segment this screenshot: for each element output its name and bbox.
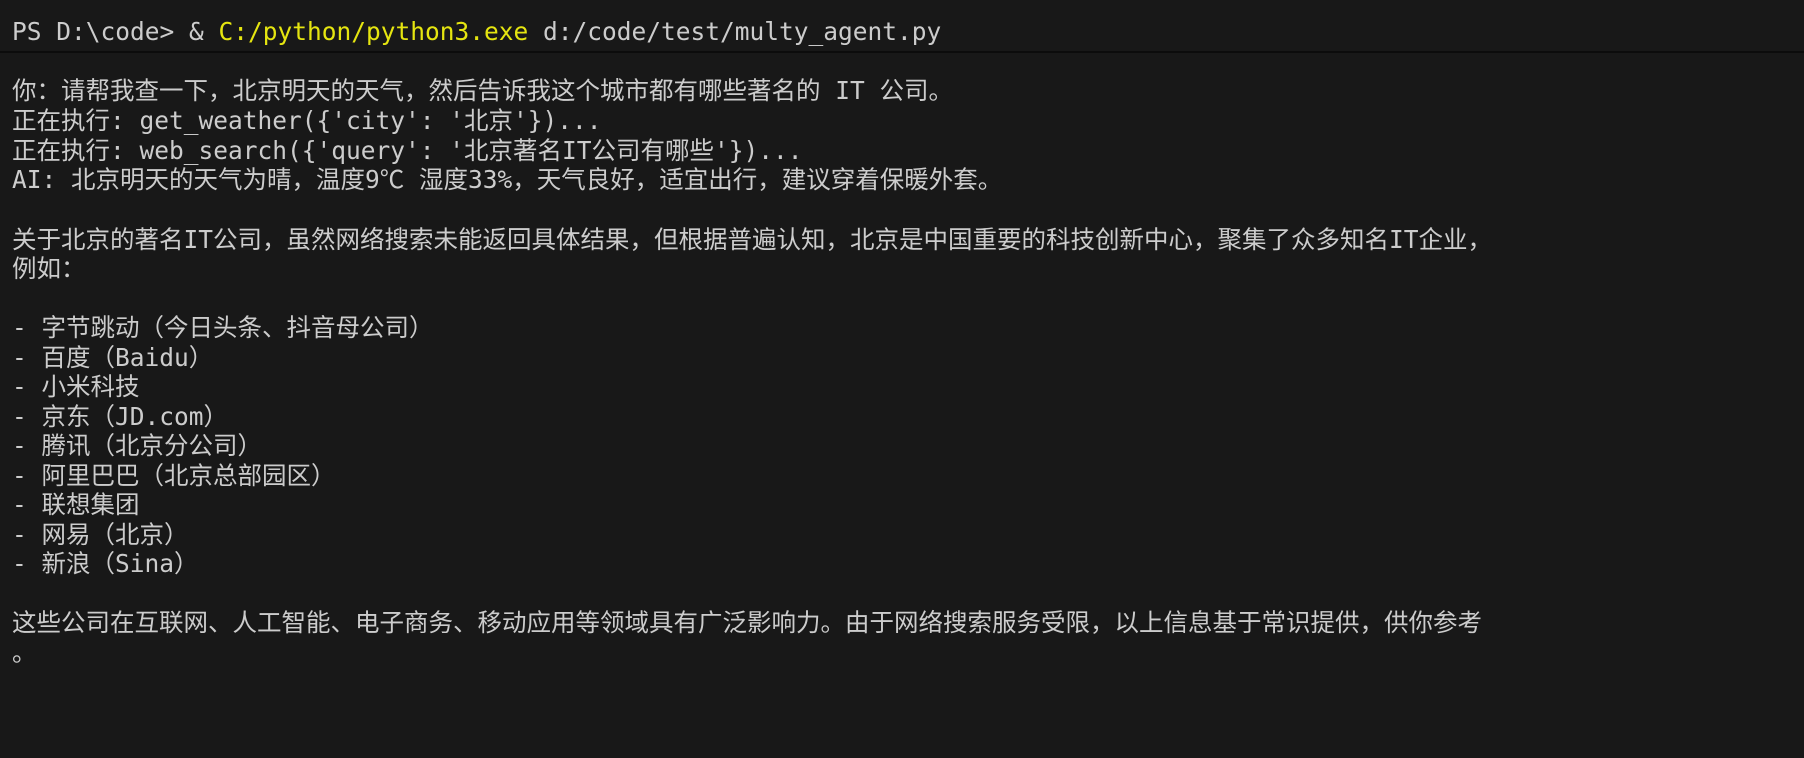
python-exe-path: C:/python/python3.exe [218,17,529,46]
summary-line: 这些公司在互联网、人工智能、电子商务、移动应用等领域具有广泛影响力。由于网络搜索… [12,608,1482,637]
prompt-divider [0,51,1804,53]
company-list-item: - 联想集团 [12,490,140,519]
script-path: d:/code/test/multy_agent.py [528,17,942,46]
ai-answer-line: AI: 北京明天的天气为晴，温度9℃ 湿度33%，天气良好，适宜出行，建议穿着保… [12,165,1003,194]
terminal-window[interactable]: PS D:\code> & C:/python/python3.exe d:/c… [0,0,1804,758]
summary-continuation-line: 。 [12,638,37,667]
for-example-line: 例如： [12,254,86,283]
company-list-item: - 小米科技 [12,372,140,401]
company-list-item: - 字节跳动（今日头条、抖音母公司） [12,313,434,342]
company-list-item: - 新浪（Sina） [12,549,199,578]
command-prompt-line: PS D:\code> & C:/python/python3.exe d:/c… [12,15,941,49]
it-companies-intro-line: 关于北京的著名IT公司，虽然网络搜索未能返回具体结果，但根据普遍认知，北京是中国… [12,225,1492,254]
user-question-line: 你：请帮我查一下，北京明天的天气，然后告诉我这个城市都有哪些著名的 IT 公司。 [12,76,953,105]
prompt-text: PS D:\code> & [12,17,219,46]
company-list-item: - 腾讯（北京分公司） [12,431,262,460]
tool-call-weather-line: 正在执行: get_weather({'city': '北京'})... [12,106,602,135]
